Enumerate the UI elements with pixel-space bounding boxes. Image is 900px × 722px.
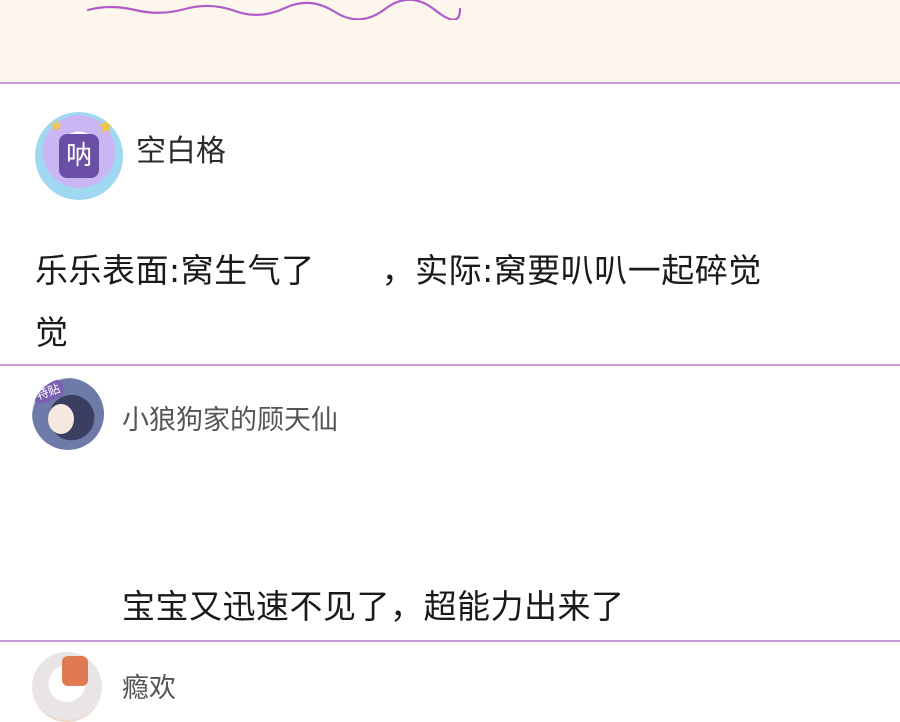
username[interactable]: 小狼狗家的顾天仙 xyxy=(122,398,338,437)
badge-text: 特贴 xyxy=(34,381,62,403)
star-decoration-icon: ★ xyxy=(97,114,115,138)
username[interactable]: 空白格 xyxy=(136,126,226,170)
comment-item: 瘾欢 xyxy=(0,642,900,722)
comment-text-line: 觉 xyxy=(35,313,68,352)
comment-item: 特贴 小狼狗家的顾天仙 宝宝又迅速不见了，超能力出来了 xyxy=(0,366,900,640)
user-avatar[interactable] xyxy=(32,652,102,722)
comment-item: 呐 ★ ★ 空白格 乐乐表面:窝生气了 ，实际:窝要叭叭一起碎觉 觉 xyxy=(0,84,900,364)
user-avatar[interactable]: 特贴 xyxy=(32,378,104,450)
user-avatar[interactable]: 呐 ★ ★ xyxy=(35,112,123,200)
avatar-face xyxy=(48,404,74,434)
decorative-squiggle xyxy=(86,0,462,20)
avatar-badge: 呐 xyxy=(59,134,99,178)
comment-text-line: 乐乐表面:窝生气了 ，实际:窝要叭叭一起碎觉 xyxy=(35,251,762,290)
previous-comment-area xyxy=(0,0,900,84)
username[interactable]: 瘾欢 xyxy=(122,666,176,705)
comment-text-line: 宝宝又迅速不见了，超能力出来了 xyxy=(122,587,625,626)
star-decoration-icon: ★ xyxy=(49,116,64,135)
avatar-hair xyxy=(62,656,88,686)
avatar-badge: 特贴 xyxy=(32,378,67,406)
badge-text: 呐 xyxy=(65,141,92,171)
